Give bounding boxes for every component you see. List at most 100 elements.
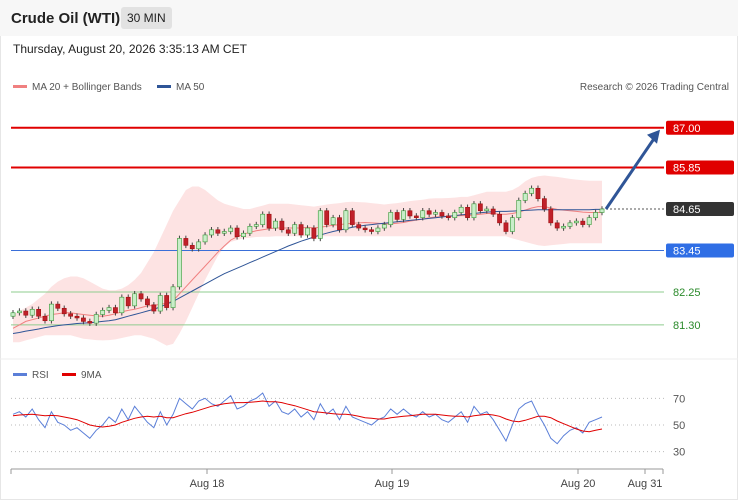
candle [401,210,406,220]
candle [119,296,125,314]
candle [599,208,605,213]
candle [234,227,240,237]
candle [394,212,400,220]
candle [228,227,234,232]
candle [253,224,259,227]
rsi-tick-label: 30 [673,447,685,459]
candle [484,208,490,212]
candle [157,295,163,312]
candle [445,215,451,218]
candle [125,296,131,307]
candle [452,212,458,218]
candle [247,226,253,234]
candle [420,210,426,218]
candle [503,222,509,232]
candle [337,217,342,231]
candle [23,310,29,316]
candle [381,224,387,229]
candle [490,208,496,215]
candle [100,310,106,315]
candle [36,309,41,317]
candle [541,198,547,210]
candle [439,212,445,217]
candle [413,215,419,218]
candle [42,315,48,322]
legend-swatch [157,85,171,88]
candle [183,238,189,246]
candle [356,224,362,229]
candle [305,227,310,236]
candle [426,210,432,215]
candle [189,245,195,250]
level-label: 82.25 [673,287,701,299]
candle [151,304,157,312]
candle [317,210,323,239]
candle [132,293,138,307]
candle [68,313,74,317]
rsi-ma9-line [12,400,603,433]
price-panel: 87.00 85.85 84.65 83.45 82.25 81.30 [10,120,734,346]
candle [266,213,272,229]
candle [260,213,266,225]
candle [241,232,246,237]
level-label: 83.45 [673,246,701,258]
candle [458,206,464,213]
candle [202,234,208,243]
legend-label: MA 20 + Bollinger Bands [32,82,142,93]
rsi-line [12,392,603,445]
candle [29,309,35,316]
level-label: 81.30 [673,320,701,332]
candle [477,203,483,212]
candle [375,227,381,232]
candle [574,220,579,224]
candle [49,303,54,322]
candle [369,229,374,232]
level-label: 84.65 [673,204,701,216]
candle [81,317,86,322]
candle [522,193,528,201]
candle [529,187,534,194]
time-tick-label: Aug 31 [628,478,663,490]
candle [580,220,586,225]
candle [433,212,438,215]
level-label: 85.85 [673,163,701,175]
candle [567,222,573,227]
candle [343,210,349,231]
candle [61,307,67,315]
legend-label: 9MA [81,370,102,381]
candle [17,310,22,314]
candle [164,295,170,308]
candle [548,208,554,224]
candle [196,241,202,250]
candle [330,217,336,225]
candle [407,210,413,217]
candle [561,226,566,229]
candle [292,224,298,234]
candle [509,217,515,232]
candle [285,229,291,234]
time-tick-label: Aug 19 [375,478,410,490]
candle [74,315,80,319]
candle [279,220,285,231]
rsi-panel: RSI 9MA 30 50 70 [0,358,738,459]
candle [324,210,330,225]
candle [177,238,182,288]
candle [586,217,592,225]
level-label: 87.00 [673,123,701,135]
candle [87,321,93,324]
bollinger-band [13,175,602,346]
legend-swatch [13,373,27,376]
time-tick-label: Aug 18 [190,478,225,490]
candle [145,298,150,306]
credit-text: Research © 2026 Trading Central [580,82,729,93]
legend-swatch [13,85,27,88]
candle [554,222,560,229]
candle [535,187,541,199]
chart-canvas: MA 20 + Bollinger Bands MA 50 Research © … [0,82,738,490]
candle [170,286,176,308]
candle [471,203,477,218]
candle [349,210,355,225]
candle [593,212,598,218]
candle [55,303,61,309]
candle [497,213,502,224]
